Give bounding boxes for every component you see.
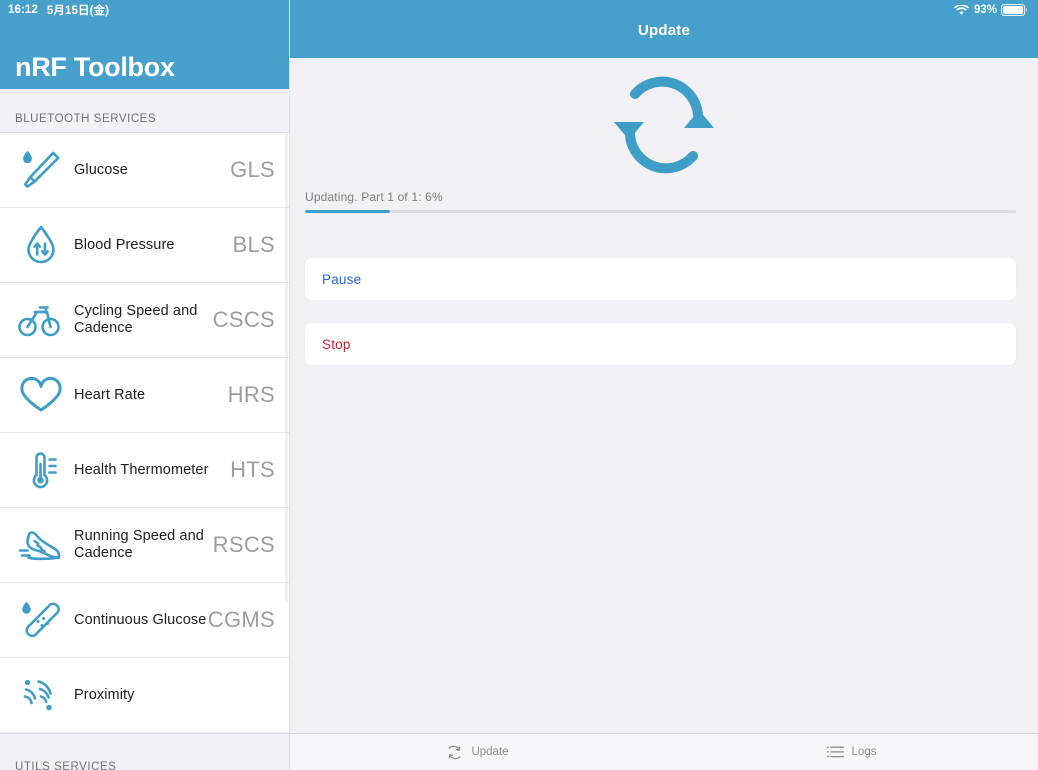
sidebar-item-acronym: GLS	[230, 157, 275, 182]
glucose-sensor-icon	[12, 592, 70, 648]
sidebar-item-label: Blood Pressure	[74, 236, 175, 253]
status-bar-time: 16:12	[8, 4, 38, 16]
tab-update-label: Update	[471, 746, 509, 758]
sidebar-item-cycling-speed-and-cadence[interactable]: Cycling Speed and Cadence CSCS	[0, 283, 289, 358]
stop-button-label: Stop	[322, 336, 351, 352]
stop-button[interactable]: Stop	[305, 323, 1016, 365]
progress-area: Updating. Part 1 of 1: 6%	[305, 190, 1016, 213]
app-title: nRF Toolbox	[15, 52, 175, 82]
proximity-waves-icon	[12, 667, 70, 723]
refresh-circular-arrows-icon	[602, 66, 726, 189]
sidebar-item-continuous-glucose[interactable]: Continuous Glucose CGMS	[0, 583, 289, 658]
sidebar-item-health-thermometer[interactable]: Health Thermometer HTS	[0, 433, 289, 508]
progress-status-text: Updating. Part 1 of 1: 6%	[305, 190, 443, 204]
status-bar-date: 5月15日(金)	[46, 5, 110, 17]
sidebar-item-acronym: HTS	[230, 457, 275, 482]
bicycle-icon	[12, 292, 70, 348]
sidebar-item-acronym: CGMS	[207, 607, 275, 632]
thermometer-icon	[12, 442, 70, 498]
sidebar-item-glucose[interactable]: Glucose GLS	[0, 133, 289, 208]
sidebar-section-bluetooth-services: BLUETOOTH SERVICES	[0, 89, 289, 133]
tab-logs[interactable]: Logs	[664, 734, 1038, 770]
sidebar-scrollbar[interactable]	[285, 133, 288, 603]
sidebar-item-acronym: CSCS	[212, 307, 275, 332]
hero-icon-wrap	[290, 66, 1038, 189]
refresh-icon	[445, 743, 464, 762]
app-root: 16:12 5月15日(金) nRF Toolbox BLUETOOTH SER…	[0, 0, 1038, 770]
sidebar: 16:12 5月15日(金) nRF Toolbox BLUETOOTH SER…	[0, 0, 290, 770]
tab-bar: Update Logs	[290, 733, 1038, 770]
status-bar-left: 16:12 5月15日(金)	[0, 0, 289, 20]
wifi-icon	[953, 4, 969, 16]
sidebar-item-label: Continuous Glucose	[74, 611, 207, 628]
status-bar-right: 93%	[290, 0, 1038, 20]
sidebar-item-label: Health Thermometer	[74, 461, 209, 478]
sidebar-item-label: Heart Rate	[74, 386, 146, 403]
sidebar-service-list: Glucose GLS Blood Pressure BLS Cycling S…	[0, 133, 289, 733]
running-shoe-icon	[12, 517, 70, 573]
heart-icon	[12, 367, 70, 423]
sidebar-item-label: Proximity	[74, 686, 135, 703]
sidebar-section-utils-services: UTILS SERVICES	[0, 733, 289, 770]
main-panel: 93% Update Updating. Part 1 of 1: 6% Pau…	[290, 0, 1038, 770]
progress-bar-fill	[305, 210, 391, 213]
sidebar-item-acronym: BLS	[232, 232, 275, 257]
battery-icon	[1001, 4, 1028, 16]
update-content: Updating. Part 1 of 1: 6% Pause Stop	[290, 58, 1038, 733]
blood-drop-icon	[12, 217, 70, 273]
sidebar-item-acronym: HRS	[227, 382, 275, 407]
list-icon	[826, 744, 845, 760]
pause-button[interactable]: Pause	[305, 258, 1016, 300]
pause-button-label: Pause	[322, 271, 362, 287]
sidebar-item-label: Cycling Speed and Cadence	[74, 303, 198, 336]
sidebar-item-running-speed-and-cadence[interactable]: Running Speed and Cadence RSCS	[0, 508, 289, 583]
glucose-meter-icon	[12, 142, 70, 198]
page-title: Update	[637, 22, 691, 39]
sidebar-item-blood-pressure[interactable]: Blood Pressure BLS	[0, 208, 289, 283]
tab-update[interactable]: Update	[290, 734, 664, 770]
sidebar-item-label: Glucose	[74, 161, 128, 178]
tab-logs-label: Logs	[851, 746, 877, 758]
sidebar-item-heart-rate[interactable]: Heart Rate HRS	[0, 358, 289, 433]
sidebar-item-label: Running Speed and Cadence	[74, 528, 204, 561]
battery-percent-label: 93%	[973, 4, 997, 16]
sidebar-item-acronym: RSCS	[212, 532, 275, 557]
sidebar-item-proximity[interactable]: Proximity	[0, 658, 289, 733]
progress-bar	[305, 210, 1016, 213]
nav-bar: 93% Update	[290, 0, 1038, 58]
sidebar-header: 16:12 5月15日(金) nRF Toolbox	[0, 0, 289, 89]
